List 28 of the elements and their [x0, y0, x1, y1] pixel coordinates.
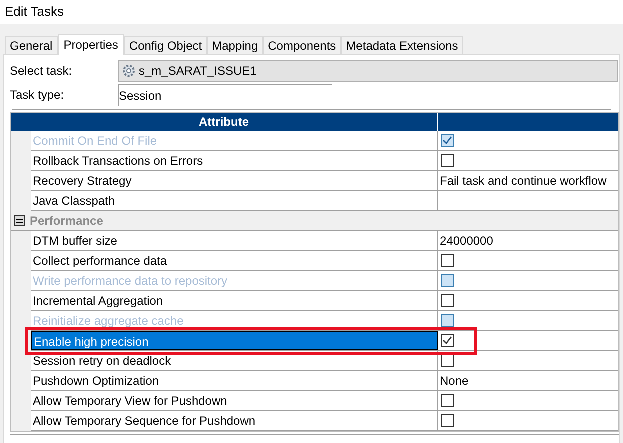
- attribute-cell[interactable]: DTM buffer size: [31, 231, 438, 250]
- attribute-cell[interactable]: Enable high precision: [31, 331, 438, 350]
- collapse-icon[interactable]: [14, 215, 25, 226]
- window-title: Edit Tasks: [5, 3, 64, 22]
- value-cell-text: 24000000: [439, 233, 494, 250]
- input-field[interactable]: Session: [118, 84, 332, 106]
- tab[interactable]: General: [5, 36, 58, 54]
- field-label: Select task:: [9, 63, 74, 80]
- checkbox[interactable]: [441, 254, 454, 267]
- checkbox[interactable]: [441, 334, 454, 347]
- tab[interactable]: Components: [263, 36, 342, 54]
- attribute-cell[interactable]: Recovery Strategy: [31, 171, 438, 190]
- gear-icon: [122, 64, 136, 78]
- section-title: Performance: [30, 212, 104, 230]
- attribute-cell[interactable]: Pushdown Optimization: [31, 371, 438, 390]
- checkbox[interactable]: [441, 414, 454, 427]
- tab[interactable]: Metadata Extensions: [341, 36, 464, 54]
- checkbox[interactable]: [441, 154, 454, 167]
- field-label: Task type:: [9, 87, 66, 104]
- checkbox[interactable]: [441, 294, 454, 307]
- tab[interactable]: Properties: [58, 34, 124, 55]
- task-select[interactable]: s_m_SARAT_ISSUE1: [118, 60, 618, 82]
- tab[interactable]: Config Object: [124, 36, 208, 54]
- checkbox[interactable]: [441, 394, 454, 407]
- tab[interactable]: Mapping: [207, 36, 264, 54]
- value-cell-text: Fail task and continue workflow: [439, 173, 607, 190]
- checkbox[interactable]: [441, 354, 454, 367]
- value-cell-text: None: [439, 373, 469, 390]
